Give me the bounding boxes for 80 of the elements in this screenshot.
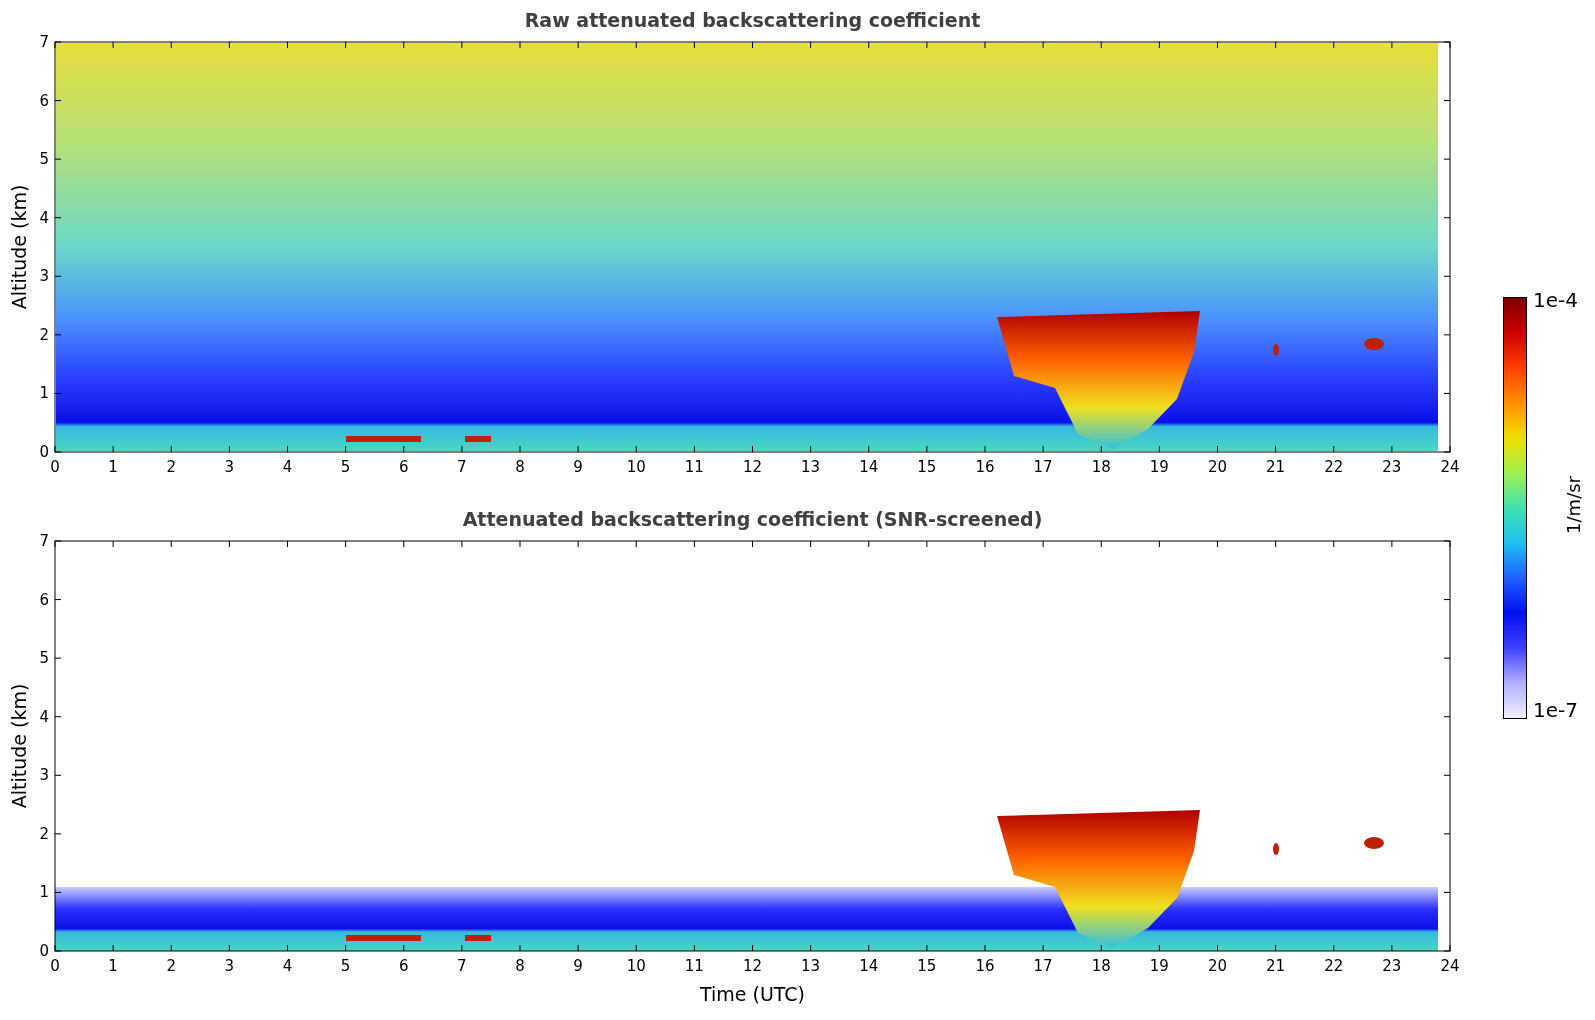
x-tick-label: 0 (50, 458, 60, 476)
x-tick-label: 1 (108, 957, 118, 975)
y-tick-label: 1 (39, 883, 49, 902)
x-tick-label: 4 (282, 957, 293, 975)
y-tick-label: 6 (39, 91, 49, 110)
y-tick-label: 5 (39, 150, 49, 169)
y-tick-label: 0 (39, 942, 49, 960)
y-tick-label: 6 (39, 590, 49, 609)
x-tick-label: 20 (1207, 957, 1228, 975)
x-axis-label: Time (UTC) (700, 983, 805, 1005)
x-tick-label: 23 (1382, 957, 1402, 975)
x-tick-label: 5 (340, 957, 351, 975)
y-tick-label: 2 (39, 325, 49, 344)
x-tick-label: 18 (1091, 458, 1111, 476)
x-tick-label: 5 (340, 458, 351, 476)
x-tick-label: 11 (684, 957, 704, 975)
x-tick-label: 22 (1324, 458, 1344, 476)
x-tick-label: 14 (859, 957, 879, 975)
colorbar-min-label: 1e-7 (1533, 698, 1578, 722)
y-tick-label: 1 (39, 384, 49, 403)
x-tick-label: 16 (975, 957, 995, 975)
x-tick-label: 17 (1033, 957, 1053, 975)
x-tick-label: 6 (399, 957, 409, 975)
x-tick-label: 24 (1440, 458, 1460, 476)
x-tick-label: 3 (224, 458, 235, 476)
x-tick-label: 7 (457, 458, 467, 476)
x-tick-label: 16 (975, 458, 995, 476)
x-tick-label: 4 (282, 458, 293, 476)
x-tick-label: 10 (626, 458, 646, 476)
x-tick-label: 12 (742, 458, 763, 476)
x-tick-label: 15 (917, 957, 937, 975)
cloud-patch (1364, 837, 1384, 849)
cloud-patch (1273, 344, 1279, 356)
y-tick-label: 5 (39, 649, 49, 668)
chart-title: Raw attenuated backscattering coefficient (523, 8, 982, 30)
y-tick-label: 2 (39, 824, 49, 843)
y-tick-label: 7 (39, 33, 49, 51)
cloud-patch (1273, 843, 1279, 855)
x-tick-label: 1 (108, 458, 118, 476)
cloud-patch (1364, 338, 1384, 350)
y-axis-label: Altitude (km) (8, 683, 30, 809)
x-tick-label: 17 (1033, 458, 1053, 476)
x-tick-label: 19 (1149, 957, 1169, 975)
x-tick-label: 6 (399, 458, 409, 476)
x-tick-label: 8 (515, 957, 525, 975)
aerosol-layer-streak (465, 935, 491, 941)
x-tick-label: 7 (457, 957, 467, 975)
x-tick-label: 9 (573, 458, 583, 476)
x-tick-label: 10 (626, 957, 646, 975)
x-tick-label: 19 (1149, 458, 1169, 476)
x-tick-label: 13 (801, 458, 821, 476)
y-tick-label: 4 (39, 208, 49, 227)
x-tick-label: 11 (684, 458, 704, 476)
x-tick-label: 9 (573, 957, 583, 975)
x-tick-label: 2 (166, 957, 176, 975)
x-tick-label: 12 (742, 957, 763, 975)
x-tick-label: 3 (224, 957, 235, 975)
x-tick-label: 0 (50, 957, 60, 975)
x-tick-label: 22 (1324, 957, 1344, 975)
x-tick-label: 2 (166, 458, 176, 476)
colorbar-unit-label: 1/m/sr (1563, 476, 1584, 534)
x-tick-label: 20 (1207, 458, 1228, 476)
aerosol-layer-streak (465, 436, 491, 442)
x-tick-label: 13 (801, 957, 821, 975)
x-tick-label: 14 (859, 458, 879, 476)
x-tick-label: 8 (515, 458, 525, 476)
y-tick-label: 7 (39, 532, 49, 550)
x-tick-label: 15 (917, 458, 937, 476)
y-axis-label: Altitude (km) (8, 184, 30, 310)
y-tick-label: 3 (39, 766, 49, 785)
x-tick-label: 23 (1382, 458, 1402, 476)
chart-title: Attenuated backscattering coefficient (SNR-screened) (461, 507, 1044, 529)
x-tick-label: 18 (1091, 957, 1111, 975)
x-tick-label: 24 (1440, 957, 1460, 975)
y-tick-label: 3 (39, 267, 49, 286)
y-tick-label: 0 (39, 443, 49, 461)
colorbar-max-label: 1e-4 (1533, 288, 1578, 312)
x-tick-label: 21 (1266, 957, 1286, 975)
y-tick-label: 4 (39, 707, 49, 726)
x-tick-label: 21 (1266, 458, 1286, 476)
